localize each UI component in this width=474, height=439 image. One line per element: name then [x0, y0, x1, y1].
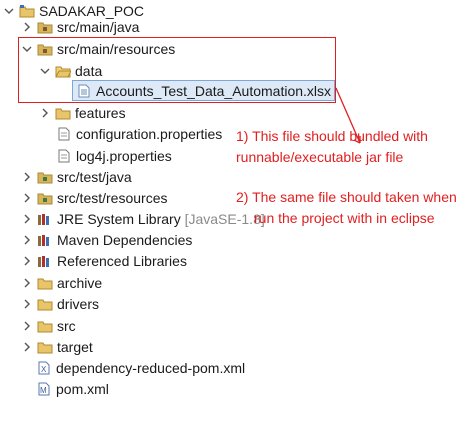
chevron-right-icon[interactable]	[20, 212, 34, 226]
tree-item-label: Maven Dependencies	[57, 231, 193, 248]
tree-item-configuration[interactable]: configuration.properties	[56, 123, 222, 144]
chevron-right-icon[interactable]	[20, 297, 34, 311]
tree-item-pom[interactable]: M pom.xml	[36, 378, 109, 399]
package-folder-icon	[37, 20, 53, 34]
chevron-right-icon[interactable]	[20, 170, 34, 184]
tree-item-label: src/test/java	[57, 168, 132, 185]
tree-item-label: JRE System Library	[57, 210, 181, 227]
chevron-down-icon[interactable]	[2, 4, 16, 18]
pom-file-icon: M	[36, 382, 52, 396]
tree-item-label: dependency-reduced-pom.xml	[56, 359, 246, 376]
tree-item-archive[interactable]: archive	[20, 272, 102, 293]
tree-item-jre-library[interactable]: JRE System Library [JavaSE-1.8]	[20, 208, 265, 229]
tree-item-src-test-resources[interactable]: src/test/resources	[20, 187, 167, 208]
chevron-right-icon[interactable]	[20, 191, 34, 205]
package-folder-icon	[37, 170, 53, 184]
tree-item-label: Referenced Libraries	[57, 252, 187, 269]
tree-item-target[interactable]: target	[20, 336, 93, 357]
tree-item-log4j[interactable]: log4j.properties	[56, 145, 172, 166]
tree-item-referenced-libraries[interactable]: Referenced Libraries	[20, 250, 187, 271]
note-1-line-2: runnable/executable jar file	[236, 149, 404, 165]
chevron-right-icon[interactable]	[20, 254, 34, 268]
note-2-line-1: 2) The same file should taken when	[236, 189, 457, 205]
properties-file-icon	[56, 127, 72, 141]
xml-file-icon: X	[36, 361, 52, 375]
tree-item-label: drivers	[57, 295, 100, 312]
chevron-right-icon[interactable]	[38, 106, 52, 120]
folder-icon	[37, 340, 53, 354]
tree-item-label: target	[57, 338, 93, 355]
annotation-note-2: 2) The same file should taken when run t…	[236, 187, 457, 229]
library-icon	[37, 233, 53, 247]
chevron-right-icon[interactable]	[20, 340, 34, 354]
highlight-box	[18, 37, 336, 103]
tree-item-label: src/test/resources	[57, 189, 168, 206]
folder-icon	[37, 276, 53, 290]
library-icon	[37, 254, 53, 268]
chevron-right-icon[interactable]	[20, 276, 34, 290]
tree-item-drivers[interactable]: drivers	[20, 293, 99, 314]
tree-item-label: archive	[57, 274, 103, 291]
tree-item-src-main-java[interactable]: src/main/java	[20, 16, 139, 37]
folder-icon	[37, 297, 53, 311]
tree-item-label: src/main/java	[57, 18, 140, 35]
folder-icon	[55, 106, 71, 120]
tree-item-label: features	[75, 104, 126, 121]
svg-text:X: X	[41, 365, 47, 374]
tree-item-label: src	[57, 317, 76, 334]
properties-file-icon	[56, 149, 72, 163]
chevron-right-icon[interactable]	[20, 319, 34, 333]
tree-item-label: configuration.properties	[76, 125, 223, 142]
tree-item-src[interactable]: src	[20, 315, 76, 336]
package-folder-icon	[37, 191, 53, 205]
chevron-right-icon[interactable]	[20, 233, 34, 247]
library-icon	[37, 212, 53, 226]
note-2-line-2: run the project with in eclipse	[254, 210, 435, 226]
tree-item-label: log4j.properties	[76, 147, 172, 164]
tree-item-features[interactable]: features	[38, 102, 126, 123]
tree-item-maven-dependencies[interactable]: Maven Dependencies	[20, 229, 192, 250]
note-1-line-1: 1) This file should bundled with	[236, 128, 428, 144]
tree-item-label: pom.xml	[56, 380, 109, 397]
tree-item-src-test-java[interactable]: src/test/java	[20, 166, 132, 187]
tree-item-reduced-pom[interactable]: X dependency-reduced-pom.xml	[36, 357, 245, 378]
svg-text:M: M	[40, 386, 47, 395]
annotation-note-1: 1) This file should bundled with runnabl…	[236, 126, 428, 168]
folder-icon	[37, 319, 53, 333]
chevron-right-icon[interactable]	[20, 20, 34, 34]
